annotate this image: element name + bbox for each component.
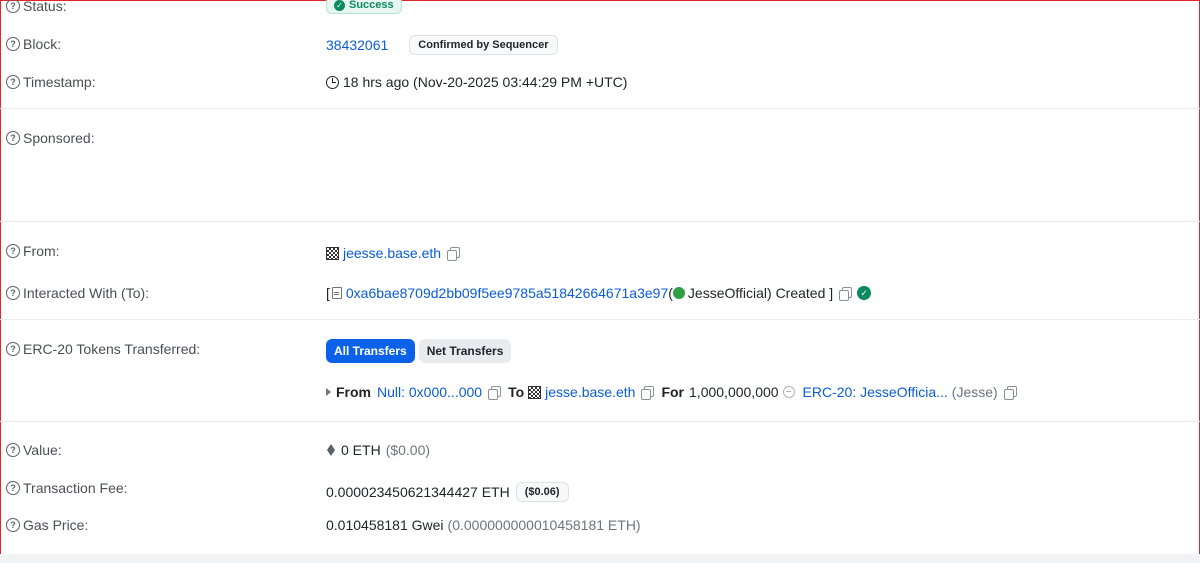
- value-label: ? Value:: [6, 442, 62, 458]
- question-circle-icon[interactable]: ?: [6, 518, 20, 532]
- avatar-icon: [528, 385, 542, 399]
- tab-all-transfers[interactable]: All Transfers: [326, 339, 415, 363]
- contract-token-name: JesseOfficial: [687, 285, 768, 301]
- token-logo-icon: [672, 287, 685, 299]
- question-circle-icon[interactable]: ?: [6, 244, 20, 258]
- transfer-to-link[interactable]: jesse.base.eth: [545, 384, 635, 400]
- divider: [0, 221, 1200, 222]
- question-circle-icon[interactable]: ?: [6, 0, 20, 13]
- confirmed-badge: Confirmed by Sequencer: [409, 35, 558, 55]
- value-value: 0 ETH ($0.00): [326, 442, 430, 458]
- from-address-link[interactable]: jeesse.base.eth: [343, 245, 441, 261]
- interacted-label: ? Interacted With (To):: [6, 285, 149, 301]
- copy-icon[interactable]: [641, 385, 655, 400]
- question-circle-icon[interactable]: ?: [6, 37, 20, 51]
- question-circle-icon[interactable]: ?: [6, 286, 20, 300]
- transfer-amount: 1,000,000,000: [689, 384, 779, 400]
- block-label: ? Block:: [6, 36, 61, 52]
- copy-icon[interactable]: [488, 385, 502, 400]
- bottom-bar: [0, 554, 1200, 563]
- transfer-line: From Null: 0x000...000 To jesse.base.eth…: [326, 384, 1017, 400]
- sponsored-label: ? Sponsored:: [6, 130, 95, 146]
- copy-icon[interactable]: [447, 246, 461, 261]
- from-value: jeesse.base.eth: [326, 245, 461, 261]
- transfer-tabs: All Transfers Net Transfers: [326, 339, 512, 363]
- block-number-link[interactable]: 38432061: [326, 37, 388, 53]
- gas-label: ? Gas Price:: [6, 517, 88, 533]
- transfer-from-link[interactable]: Null: 0x000...000: [377, 384, 482, 400]
- divider: [0, 108, 1200, 109]
- avatar-icon: [326, 246, 339, 260]
- divider: [0, 421, 1200, 422]
- fee-label: ? Transaction Fee:: [6, 480, 128, 496]
- clock-icon: [326, 75, 339, 89]
- block-value: 38432061 Confirmed by Sequencer: [326, 35, 558, 55]
- copy-icon[interactable]: [1003, 385, 1017, 400]
- token-placeholder-icon: [782, 386, 795, 398]
- from-label: ? From:: [6, 243, 60, 259]
- fee-value: 0.000023450621344427 ETH ($0.06): [326, 482, 569, 502]
- contract-address-link[interactable]: 0xa6bae8709d2bb09f5ee9785a51842664671a3e…: [346, 285, 668, 301]
- ethereum-icon: [327, 444, 335, 456]
- token-symbol: (Jesse): [951, 384, 998, 400]
- status-label: ? Status:: [6, 0, 67, 14]
- timestamp-value: 18 hrs ago (Nov-20-2025 03:44:29 PM +UTC…: [326, 74, 627, 90]
- tab-net-transfers[interactable]: Net Transfers: [418, 339, 512, 363]
- copy-icon[interactable]: [839, 286, 853, 301]
- verified-check-icon: ✓: [857, 286, 872, 300]
- caret-right-icon[interactable]: [326, 388, 331, 396]
- token-link[interactable]: ERC-20: JesseOfficia...: [803, 384, 948, 400]
- question-circle-icon[interactable]: ?: [6, 75, 20, 89]
- divider: [0, 319, 1200, 320]
- gas-value: 0.010458181 Gwei (0.000000000010458181 E…: [326, 517, 641, 533]
- question-circle-icon[interactable]: ?: [6, 443, 20, 457]
- contract-file-icon: [331, 287, 342, 299]
- status-badge: ✓ Success: [326, 0, 402, 14]
- interacted-value: [ 0xa6bae8709d2bb09f5ee9785a51842664671a…: [326, 285, 872, 301]
- timestamp-label: ? Timestamp:: [6, 74, 96, 90]
- question-circle-icon[interactable]: ?: [6, 481, 20, 495]
- question-circle-icon[interactable]: ?: [6, 342, 20, 356]
- fee-usd-badge: ($0.06): [515, 482, 569, 502]
- question-circle-icon[interactable]: ?: [6, 131, 20, 145]
- erc20-label: ? ERC-20 Tokens Transferred:: [6, 341, 200, 357]
- status-value: ✓ Success: [326, 0, 402, 14]
- check-circle-icon: ✓: [334, 0, 345, 11]
